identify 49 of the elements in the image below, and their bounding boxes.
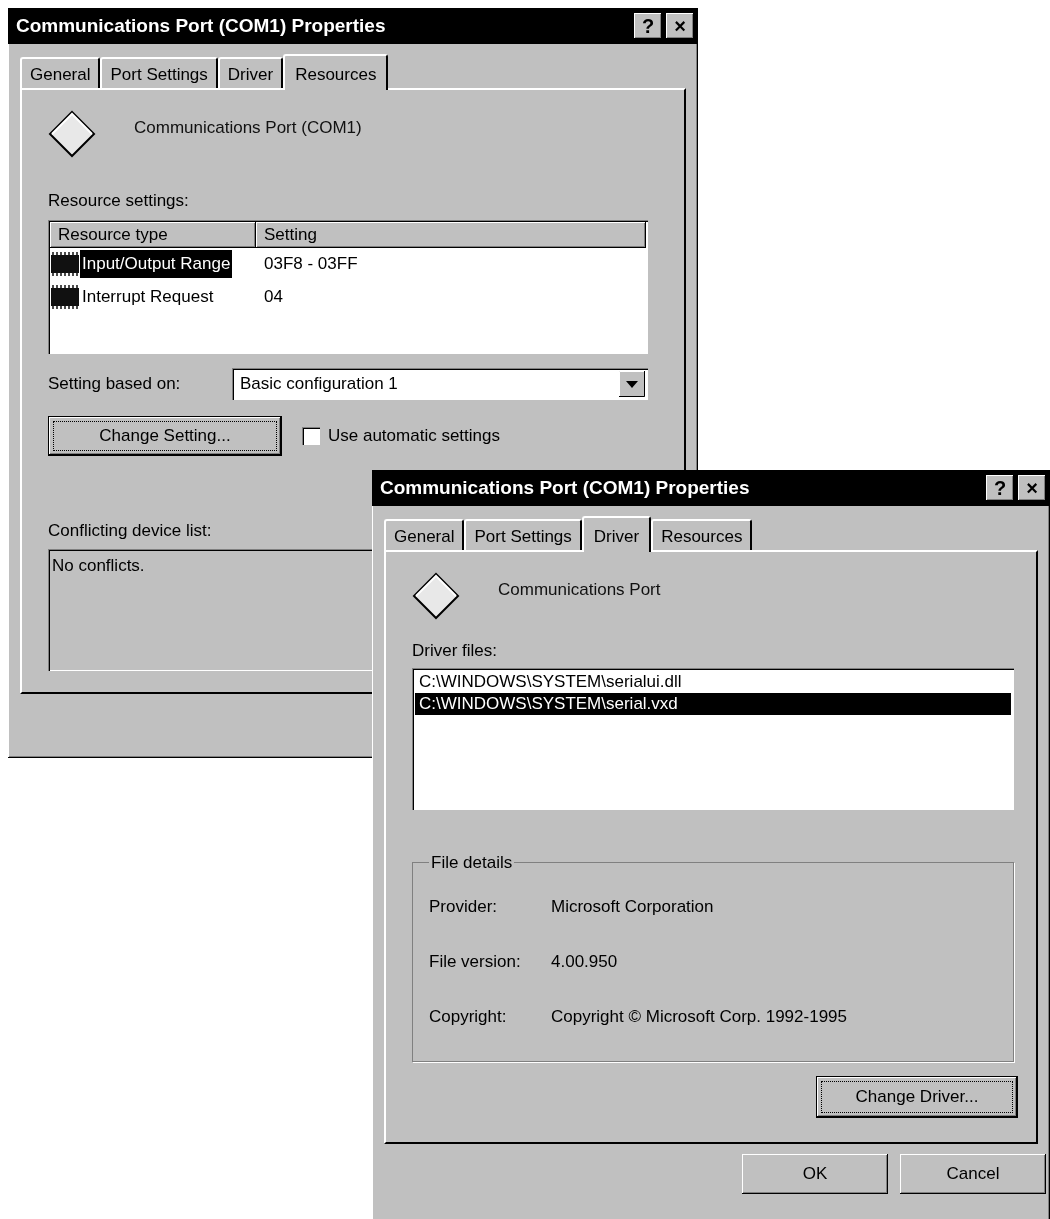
tab[interactable]: Resources bbox=[651, 519, 753, 550]
chip-icon bbox=[50, 284, 80, 310]
table-cell[interactable]: Interrupt Request bbox=[80, 283, 216, 311]
device-name: Communications Port (COM1) bbox=[134, 117, 362, 140]
table-cell-text: 04 bbox=[263, 286, 283, 309]
list-item[interactable]: C:\WINDOWS\SYSTEM\serialui.dll bbox=[415, 670, 1011, 693]
table-cell[interactable]: Input/Output Range bbox=[80, 250, 233, 278]
section-label: Resource settings: bbox=[48, 190, 189, 212]
tab[interactable]: Resources bbox=[283, 54, 389, 90]
ok-button[interactable]: OK bbox=[742, 1154, 888, 1194]
tab[interactable]: Driver bbox=[217, 57, 284, 88]
dropdown-arrow-icon bbox=[619, 370, 645, 397]
tab[interactable]: Port Settings bbox=[100, 57, 218, 88]
change-setting-button[interactable]: Change Setting... bbox=[48, 415, 282, 456]
diamond-icon bbox=[412, 572, 460, 620]
change-driver-button[interactable]: Change Driver... bbox=[816, 1075, 1018, 1118]
section-label: Conflicting device list: bbox=[48, 519, 212, 542]
field-value: Copyright © Microsoft Corp. 1992-1995 bbox=[551, 1005, 847, 1028]
window-title: Communications Port (COM1) Properties bbox=[380, 475, 750, 500]
section-label: Driver files: bbox=[412, 640, 497, 662]
dropdown[interactable]: Basic configuration 1 bbox=[232, 367, 648, 400]
list-text: No conflicts. bbox=[52, 556, 145, 575]
field-value: 4.00.950 bbox=[551, 950, 618, 973]
help-button[interactable]: ? bbox=[634, 13, 662, 39]
cancel-button[interactable]: Cancel bbox=[900, 1154, 1046, 1194]
checkbox-label: Use automatic settings bbox=[328, 424, 500, 447]
column-header[interactable]: Setting bbox=[256, 221, 646, 248]
device-name: Communications Port bbox=[498, 579, 661, 602]
checkbox[interactable] bbox=[302, 426, 320, 445]
dropdown-value: Basic configuration 1 bbox=[240, 372, 398, 395]
help-button[interactable]: ? bbox=[986, 475, 1014, 501]
group-label: File details bbox=[430, 851, 514, 874]
window-title: Communications Port (COM1) Properties bbox=[16, 13, 386, 38]
field-label: File version: bbox=[429, 950, 522, 973]
close-button[interactable]: × bbox=[1018, 475, 1046, 501]
field-label: Setting based on: bbox=[48, 372, 182, 395]
tab[interactable]: General bbox=[20, 57, 101, 88]
tab[interactable]: Driver bbox=[581, 516, 652, 552]
close-button[interactable]: × bbox=[666, 13, 694, 39]
chip-icon bbox=[50, 251, 80, 277]
field-label: Copyright: bbox=[429, 1005, 508, 1028]
tab[interactable]: General bbox=[384, 519, 465, 550]
table-cell-text: 03F8 - 03FF bbox=[263, 253, 358, 276]
tab[interactable]: Port Settings bbox=[464, 519, 582, 550]
field-value: Microsoft Corporation bbox=[551, 895, 714, 918]
list-item[interactable]: C:\WINDOWS\SYSTEM\serial.vxd bbox=[415, 692, 1011, 715]
field-label: Provider: bbox=[429, 895, 499, 918]
column-header[interactable]: Resource type bbox=[50, 221, 256, 248]
diamond-icon bbox=[48, 110, 96, 158]
